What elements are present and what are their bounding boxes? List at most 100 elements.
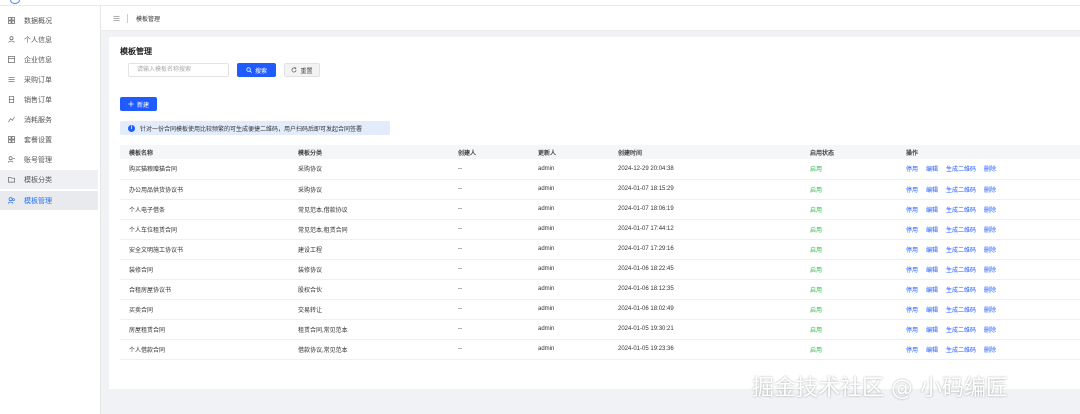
edit-link[interactable]: 编辑: [926, 348, 938, 354]
cell-category: 借款协议,常见范本: [289, 339, 449, 360]
generate-qrcode-link[interactable]: 生成二维码: [946, 167, 976, 173]
table-row: 装修合同 装修协议 -- admin 2024-01-06 18:22:45 启用 停用 编辑…: [120, 259, 1080, 280]
edit-link[interactable]: 编辑: [926, 167, 938, 173]
sidebar-item-label: 套餐设置: [24, 136, 52, 144]
cell-actions: 停用 编辑 生成二维码 删除: [897, 339, 1080, 360]
disable-link[interactable]: 停用: [906, 348, 918, 354]
table-row: 办公用品供货协议书 采购协议 -- admin 2024-01-07 18:15:29 启…: [120, 179, 1080, 200]
template-icon: [8, 197, 15, 204]
sidebar-item-template-management[interactable]: 模板管理: [0, 191, 98, 210]
menu-toggle-icon[interactable]: [113, 15, 120, 22]
delete-link[interactable]: 删除: [984, 167, 996, 173]
package-icon: [8, 136, 15, 143]
content-card: 模板管理 搜索 重置 新建 i 针对一份合同模板使用比较频繁的可生成便捷二维码，…: [109, 37, 1080, 389]
generate-qrcode-link[interactable]: 生成二维码: [946, 268, 976, 274]
sidebar-item-label: 数据概况: [24, 17, 52, 25]
delete-link[interactable]: 删除: [984, 308, 996, 314]
reset-button[interactable]: 重置: [284, 63, 320, 77]
cell-status: 启用: [801, 199, 897, 220]
cell-created: 2024-01-07 17:29:16: [609, 239, 801, 260]
sidebar-item-purchase-orders[interactable]: 采购订单: [0, 70, 98, 89]
disable-link[interactable]: 停用: [906, 188, 918, 194]
edit-link[interactable]: 编辑: [926, 188, 938, 194]
disable-link[interactable]: 停用: [906, 167, 918, 173]
cell-updater: admin: [529, 199, 609, 220]
cell-status: 启用: [801, 259, 897, 280]
info-notice: i 针对一份合同模板使用比较频繁的可生成便捷二维码，用户扫码后即可发起合同签署: [120, 121, 390, 135]
generate-qrcode-link[interactable]: 生成二维码: [946, 248, 976, 254]
edit-link[interactable]: 编辑: [926, 288, 938, 294]
edit-link[interactable]: 编辑: [926, 308, 938, 314]
cell-name: 购买猫粮赠猫合同: [120, 159, 289, 180]
generate-qrcode-link[interactable]: 生成二维码: [946, 188, 976, 194]
delete-link[interactable]: 删除: [984, 348, 996, 354]
delete-link[interactable]: 删除: [984, 228, 996, 234]
cell-name: 安全文明施工协议书: [120, 239, 289, 260]
reset-button-label: 重置: [300, 68, 313, 75]
sidebar-item-template-categories[interactable]: 模板分类: [0, 170, 98, 189]
delete-link[interactable]: 删除: [984, 328, 996, 334]
logo: [10, 0, 20, 4]
delete-link[interactable]: 删除: [984, 188, 996, 194]
edit-link[interactable]: 编辑: [926, 228, 938, 234]
delete-link[interactable]: 删除: [984, 268, 996, 274]
edit-link[interactable]: 编辑: [926, 268, 938, 274]
disable-link[interactable]: 停用: [906, 328, 918, 334]
disable-link[interactable]: 停用: [906, 288, 918, 294]
disable-link[interactable]: 停用: [906, 248, 918, 254]
breadcrumb-divider: [127, 13, 128, 23]
watermark: 掘金技术社区 @ 小码编匠: [752, 376, 1008, 401]
template-table: 模板名称 模板分类 创建人 更新人 创建时间 启用状态 操作 购买猫粮赠猫合同采…: [120, 145, 1080, 360]
refresh-icon: [292, 67, 297, 73]
cell-name: 装修合同: [120, 259, 289, 280]
generate-qrcode-link[interactable]: 生成二维码: [946, 328, 976, 334]
sidebar-item-label: 账号管理: [24, 156, 52, 164]
generate-qrcode-link[interactable]: 生成二维码: [946, 208, 976, 214]
new-button[interactable]: 新建: [120, 97, 157, 111]
sidebar-item-profile[interactable]: 个人信息: [0, 30, 98, 49]
delete-link[interactable]: 删除: [984, 208, 996, 214]
generate-qrcode-link[interactable]: 生成二维码: [946, 228, 976, 234]
disable-link[interactable]: 停用: [906, 308, 918, 314]
column-header: 创建人: [458, 150, 477, 157]
delete-link[interactable]: 删除: [984, 248, 996, 254]
cell-name: 个人借款合同: [120, 339, 289, 360]
table-header-row: 模板名称 模板分类 创建人 更新人 创建时间 启用状态 操作: [120, 145, 1080, 159]
sidebar-item-company[interactable]: 企业信息: [0, 50, 98, 69]
generate-qrcode-link[interactable]: 生成二维码: [946, 288, 976, 294]
cell-created: 2024-01-05 19:23:36: [609, 339, 801, 360]
cell-status: 启用: [801, 319, 897, 340]
sidebar-item-usage[interactable]: 消耗服务: [0, 110, 98, 129]
edit-link[interactable]: 编辑: [926, 208, 938, 214]
sidebar-item-packages[interactable]: 套餐设置: [0, 130, 98, 149]
sidebar-item-accounts[interactable]: 账号管理: [0, 150, 98, 169]
cell-updater: admin: [529, 279, 609, 300]
sidebar-item-label: 采购订单: [24, 76, 52, 84]
sidebar-item-label: 企业信息: [24, 56, 52, 64]
cell-updater: admin: [529, 259, 609, 280]
search-input[interactable]: [128, 63, 229, 77]
cell-category: 装修协议: [289, 259, 449, 280]
main-area: 模板管理 模板管理 搜索 重置 新建 i 针对一份合同模板使用比较频繁的可生成便…: [101, 6, 1080, 414]
user-icon: [8, 36, 15, 43]
cell-actions: 停用 编辑 生成二维码 删除: [897, 279, 1080, 300]
sidebar-item-dashboard[interactable]: 数据概况: [0, 11, 98, 30]
delete-link[interactable]: 删除: [984, 288, 996, 294]
disable-link[interactable]: 停用: [906, 268, 918, 274]
edit-link[interactable]: 编辑: [926, 248, 938, 254]
cell-created: 2024-12-29 20:04:38: [609, 159, 801, 180]
disable-link[interactable]: 停用: [906, 208, 918, 214]
disable-link[interactable]: 停用: [906, 228, 918, 234]
cell-created: 2024-01-07 18:15:29: [609, 179, 801, 200]
generate-qrcode-link[interactable]: 生成二维码: [946, 348, 976, 354]
cell-updater: admin: [529, 159, 609, 180]
cell-actions: 停用 编辑 生成二维码 删除: [897, 159, 1080, 180]
edit-link[interactable]: 编辑: [926, 328, 938, 334]
search-button[interactable]: 搜索: [237, 63, 276, 77]
cell-creator: --: [449, 239, 529, 260]
table-row: 房屋租赁合同 租赁合同,常见范本 -- admin 2024-01-05 19:30:2…: [120, 319, 1080, 340]
cell-creator: --: [449, 179, 529, 200]
cell-category: 常见范本,租赁合同: [289, 219, 449, 240]
generate-qrcode-link[interactable]: 生成二维码: [946, 308, 976, 314]
sidebar-item-sales-orders[interactable]: 销售订单: [0, 90, 98, 109]
